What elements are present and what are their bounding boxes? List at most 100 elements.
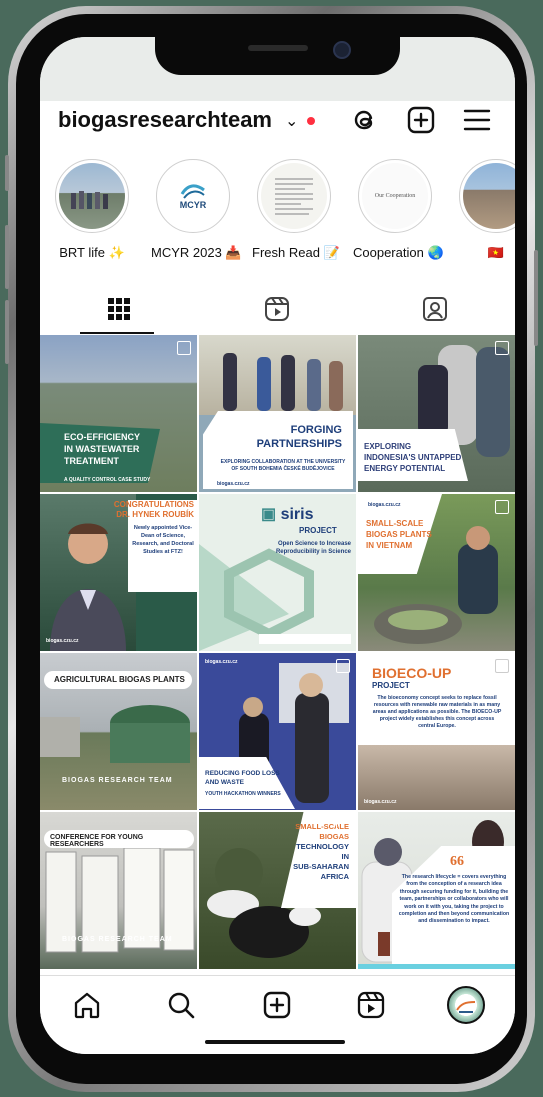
tab-tagged[interactable] <box>356 285 514 333</box>
highlight-ring <box>55 159 129 233</box>
post-subtitle: Newly appointed Vice-Dean of Science, Re… <box>132 525 194 555</box>
post-title: ECO-EFFICIENCY IN WASTEWATER TREATMENT <box>64 432 141 466</box>
highlight-cooperation[interactable]: Our Cooperation Cooperation 🌏 <box>353 159 444 261</box>
speaker <box>248 45 308 51</box>
multi-post-icon <box>495 341 509 355</box>
hamburger-menu-icon[interactable] <box>462 105 492 135</box>
quote-mark: 66 <box>450 854 464 869</box>
reels-icon[interactable] <box>356 990 386 1020</box>
mcyr-wave-logo <box>180 184 205 199</box>
multi-post-icon <box>177 341 191 355</box>
home-indicator[interactable] <box>205 1040 345 1044</box>
post-subtitle: BIOGAS RESEARCH TEAM <box>62 777 173 784</box>
highlight-cover-image <box>261 163 327 229</box>
post-tile[interactable]: ▣ siris PROJECT Open Science to Increase… <box>199 494 356 651</box>
post-tile[interactable]: SMALL-SCALE BIOGAS TECHNOLOGY IN SUB-SAHARA… <box>199 812 356 969</box>
post-title: EXPLORING INDONESIA'S UNTAPPED ENERGY POTE… <box>364 442 462 473</box>
post-title: CONFERENCE FOR YOUNG RESEARCHERS <box>50 834 144 848</box>
post-subtitle: The bioeconomy concept seeks to replace … <box>372 695 502 729</box>
highlight-mcyr-2023[interactable]: MCYR MCYR 2023 📥 <box>151 159 242 261</box>
post-subtitle: BIOGAS RESEARCH TEAM <box>62 936 173 943</box>
post-tile[interactable]: FORGING PARTNERSHIPS EXPLORING COLLABORAT… <box>199 335 356 492</box>
post-title: ▣ siris <box>261 506 314 523</box>
post-subtitle: YOUTH HACKATHON WINNERS <box>205 791 281 797</box>
post-tile[interactable]: REDUCING FOOD LOSS AND WASTE YOUTH HACKAT… <box>199 653 356 810</box>
tab-reels[interactable] <box>198 285 356 333</box>
plus-square-icon[interactable] <box>406 105 436 135</box>
post-tile[interactable]: SMALL-SCALE BIOGAS PLANTS IN VIETNAM bioga… <box>358 494 515 651</box>
highlight-fresh-read[interactable]: Fresh Read 📝 <box>252 159 340 261</box>
tagged-icon <box>423 297 447 321</box>
home-icon[interactable] <box>72 990 102 1020</box>
highlight-cover-image <box>463 163 515 229</box>
tab-posts[interactable] <box>40 285 198 333</box>
photo-area <box>199 335 356 415</box>
reels-icon <box>265 297 289 321</box>
volume-down-button <box>5 300 9 364</box>
post-title: BIOECO-UP <box>372 665 452 681</box>
website-label: biogas.czu.cz <box>46 638 79 644</box>
post-subtitle: A QUALITY CONTROL CASE STUDY <box>64 477 151 483</box>
post-tile[interactable]: CONGRATULATIONS DR. HYNEK ROUBÍK Newly ap… <box>40 494 197 651</box>
website-label: biogas.czu.cz <box>364 799 397 805</box>
power-button <box>534 250 538 346</box>
post-subtitle: Open Science to Increase Reproducibility… <box>275 541 351 555</box>
search-icon[interactable] <box>166 990 196 1020</box>
accent-bar <box>358 964 515 969</box>
mcyr-logo-text: MCYR <box>179 200 207 210</box>
logo-strip <box>259 634 351 644</box>
post-subtitle: The research lifecycle = covers everythi… <box>398 874 510 925</box>
website-label: biogas.czu.cz <box>205 659 238 665</box>
highlight-cover-image <box>59 163 125 229</box>
highlight-brt-life[interactable]: BRT life ✨ <box>50 159 134 261</box>
post-tile[interactable]: AGRICULTURAL BIOGAS PLANTS BIOGAS RESEAR… <box>40 653 197 810</box>
profile-username[interactable]: biogasresearchteam <box>58 107 272 133</box>
post-subtitle: EXPLORING COLLABORATION AT THE UNIVERSIT… <box>220 459 346 472</box>
highlight-label: Fresh Read 📝 <box>252 245 340 260</box>
highlight-label: 🇻🇳 <box>487 245 505 260</box>
highlight-ring <box>257 159 331 233</box>
highlight-label: MCYR 2023 📥 <box>151 245 242 260</box>
post-tile[interactable]: 66 The research lifecycle = covers every… <box>358 812 515 969</box>
screen: biogasresearchteam ⌄ BRT life ✨ MCYR MCY… <box>40 37 515 1054</box>
website-label: biogas.czu.cz <box>368 502 401 508</box>
post-title: SMALL-SCALE BIOGAS PLANTS IN VIETNAM <box>366 519 432 550</box>
profile-header: biogasresearchteam ⌄ <box>40 101 515 151</box>
front-camera <box>333 41 351 59</box>
post-title: REDUCING FOOD LOSS AND WASTE <box>205 770 280 786</box>
volume-up-button <box>5 225 9 289</box>
mute-switch <box>5 155 9 191</box>
highlight-cover-image: MCYR <box>160 163 226 229</box>
post-title: CONGRATULATIONS DR. HYNEK ROUBÍK <box>113 500 194 519</box>
notch <box>155 37 400 75</box>
profile-tabs <box>40 285 515 335</box>
multi-post-icon <box>495 500 509 514</box>
threads-icon[interactable] <box>350 105 380 135</box>
multi-post-icon <box>495 659 509 673</box>
active-tab-indicator <box>80 332 154 334</box>
cooperation-cover-text: Our Cooperation <box>374 193 416 199</box>
multi-post-icon <box>336 818 350 832</box>
highlight-ring <box>459 159 515 233</box>
plus-square-icon[interactable] <box>262 990 292 1020</box>
post-title-2: PROJECT <box>372 681 410 690</box>
post-title-2: PROJECT <box>299 526 337 535</box>
avatar[interactable] <box>447 986 485 1024</box>
multi-post-icon <box>336 659 350 673</box>
highlight-cover-image: Our Cooperation <box>362 163 428 229</box>
grid-icon <box>108 298 130 320</box>
story-highlights: BRT life ✨ MCYR MCYR 2023 📥 Fresh Read 📝 <box>40 159 515 269</box>
post-tile[interactable]: CONFERENCE FOR YOUNG RESEARCHERS BIOGAS … <box>40 812 197 969</box>
post-tile[interactable]: EXPLORING INDONESIA'S UNTAPPED ENERGY POTE… <box>358 335 515 492</box>
highlight-label: Cooperation 🌏 <box>353 245 444 260</box>
chevron-down-icon[interactable]: ⌄ <box>285 111 298 131</box>
highlight-label: BRT life ✨ <box>59 245 125 260</box>
notification-dot <box>307 117 315 125</box>
post-title: AGRICULTURAL BIOGAS PLANTS <box>54 675 185 684</box>
highlight-vietnam[interactable]: 🇻🇳 <box>454 159 515 261</box>
post-tile[interactable]: ECO-EFFICIENCY IN WASTEWATER TREATMENT A Q… <box>40 335 197 492</box>
website-label: biogas.czu.cz <box>217 481 250 487</box>
post-title: FORGING PARTNERSHIPS <box>256 424 342 450</box>
post-tile[interactable]: BIOECO-UP PROJECT The bioeconomy concept… <box>358 653 515 810</box>
post-grid: ECO-EFFICIENCY IN WASTEWATER TREATMENT A Q… <box>40 335 515 975</box>
